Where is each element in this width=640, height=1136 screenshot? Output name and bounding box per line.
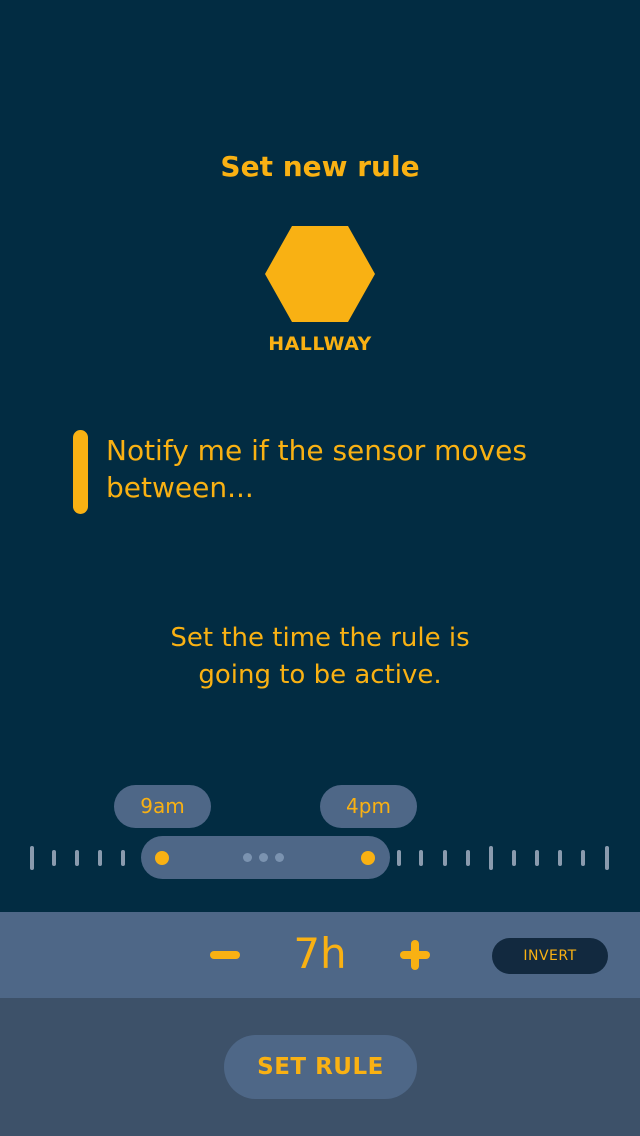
timeline-tick (466, 850, 470, 866)
drag-handle-icon[interactable] (243, 853, 288, 863)
timeline-tick (75, 850, 79, 866)
footer: SET RULE (0, 998, 640, 1136)
timeline-tick (489, 846, 493, 870)
duration-value: 7h (293, 929, 347, 978)
rule-accent-bar (73, 430, 88, 514)
range-start-handle[interactable] (155, 851, 169, 865)
invert-button[interactable]: INVERT (492, 938, 608, 974)
timeline-tick (581, 850, 585, 866)
hint-line-1: Set the time the rule is (170, 623, 470, 653)
timeline-tick (121, 850, 125, 866)
time-range-selector[interactable] (141, 836, 390, 879)
plus-icon[interactable] (395, 934, 435, 974)
timeline-tick (443, 850, 447, 866)
timeline-tick (98, 850, 102, 866)
timeline-tick (397, 850, 401, 866)
minus-icon[interactable] (205, 934, 245, 974)
timeline-tick (30, 846, 34, 870)
start-time-label: 9am (114, 785, 211, 828)
page-title: Set new rule (220, 150, 420, 183)
timeline-tick (512, 850, 516, 866)
timeline-tick (419, 850, 423, 866)
hint-text: Set the time the rule is going to be act… (0, 620, 640, 694)
end-time-label: 4pm (320, 785, 417, 828)
set-rule-button[interactable]: SET RULE (224, 1035, 417, 1099)
hint-line-2: going to be active. (198, 660, 442, 690)
timeline-tick (535, 850, 539, 866)
range-end-handle[interactable] (361, 851, 375, 865)
duration-control-bar: 7h INVERT (0, 912, 640, 998)
timeline-tick (605, 846, 609, 870)
timeline-tick (52, 850, 56, 866)
rule-description: Notify me if the sensor moves between... (106, 434, 527, 504)
timeline-tick (558, 850, 562, 866)
hexagon-icon[interactable] (265, 226, 375, 322)
sensor-name: HALLWAY (268, 333, 372, 355)
